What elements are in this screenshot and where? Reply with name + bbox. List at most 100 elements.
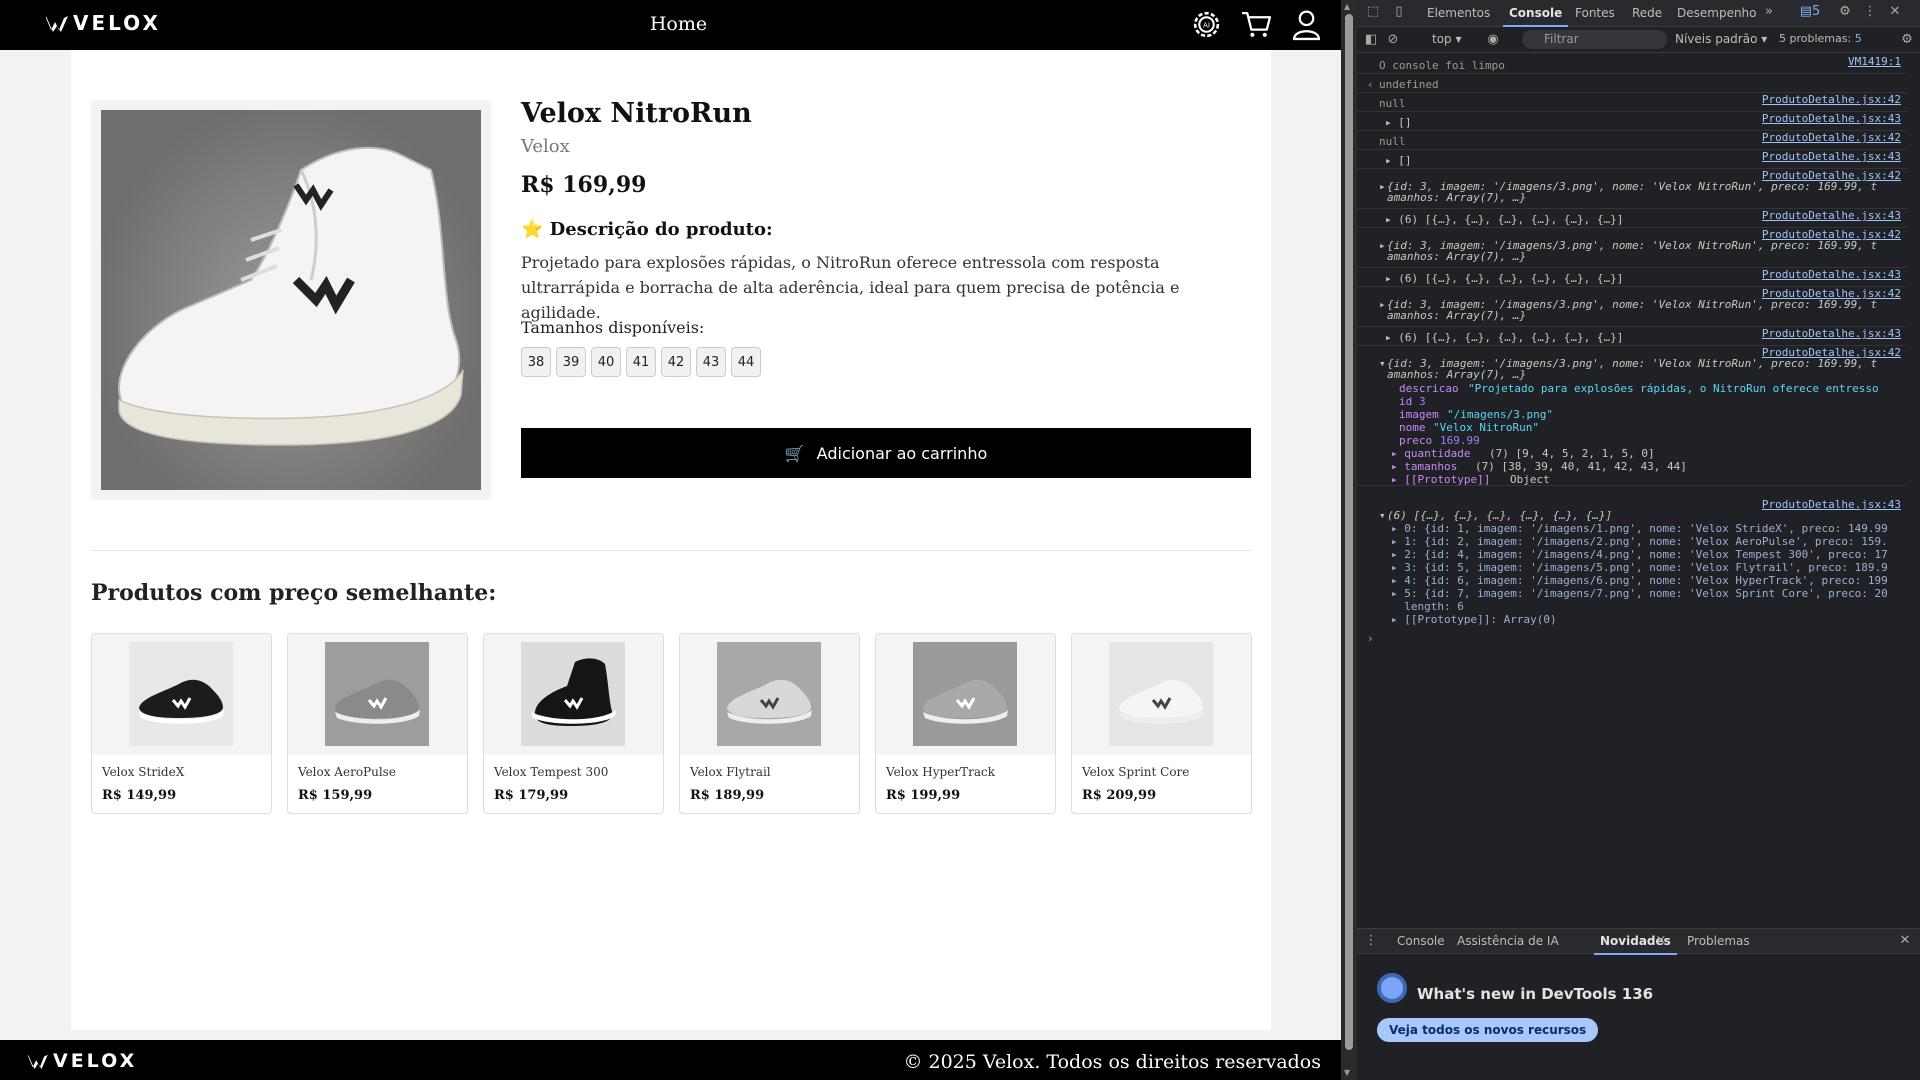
close-devtools-icon[interactable]: ✕ [1887, 4, 1903, 20]
more-tabs-icon[interactable]: » [1761, 4, 1777, 20]
log-levels-dropdown[interactable]: Níveis padrão ▾ [1675, 32, 1767, 46]
page-title[interactable]: Home [0, 13, 1341, 35]
add-to-cart-button[interactable]: 🛒 Adicionar ao carrinho [521, 428, 1251, 478]
size-button[interactable]: 41 [626, 347, 656, 377]
copyright-text: © 2025 Velox. Todos os direitos reservad… [903, 1051, 1321, 1073]
array-item[interactable]: length: 6 [1391, 600, 1464, 613]
object-property-key[interactable]: descricao [1399, 382, 1459, 395]
array-item[interactable]: ▸ 1: {id: 2, imagem: '/imagens/2.png', n… [1391, 535, 1888, 548]
console-message[interactable]: ▸ (6) [{…}, {…}, {…}, {…}, {…}, {…}] [1385, 272, 1623, 285]
tab-elements[interactable]: Elementos [1427, 6, 1490, 20]
source-link[interactable]: ProdutoDetalhe.jsx:42 [1762, 93, 1901, 106]
object-property-key[interactable]: preco [1399, 434, 1432, 447]
console-object-preview-cont: amanhos: Array(7), …} [1387, 191, 1527, 204]
velox-logo-icon [28, 1054, 48, 1069]
size-button[interactable]: 43 [696, 347, 726, 377]
source-link[interactable]: VM1419:1 [1848, 55, 1901, 68]
settings-badge-icon[interactable]: AI [1188, 6, 1224, 42]
filter-input[interactable]: Filtrar [1522, 30, 1667, 49]
console-settings-icon[interactable]: ⚙ [1899, 32, 1915, 48]
scroll-up-icon[interactable]: ▲ [1344, 2, 1350, 11]
problems-label: 5 problemas: [1779, 32, 1852, 45]
drawer-menu-icon[interactable]: ⋮ [1363, 933, 1379, 949]
size-button[interactable]: 42 [661, 347, 691, 377]
collapse-toggle-icon[interactable]: ▾ [1379, 509, 1386, 522]
source-link[interactable]: ProdutoDetalhe.jsx:43 [1762, 150, 1901, 163]
user-icon[interactable] [1288, 6, 1324, 42]
settings-gear-icon[interactable]: ⚙ [1837, 4, 1853, 20]
context-selector[interactable]: top ▾ [1432, 32, 1462, 46]
array-item[interactable]: ▸ 2: {id: 4, imagem: '/imagens/4.png', n… [1391, 548, 1888, 561]
issues-badge[interactable]: ▤5 [1797, 4, 1823, 20]
product-card[interactable]: Velox Flytrail R$ 189,99 [679, 633, 860, 814]
see-new-features-button[interactable]: Veja todos os novos recursos [1377, 1018, 1599, 1042]
size-button[interactable]: 44 [731, 347, 761, 377]
problems-counter[interactable]: 5 problemas: 5 [1779, 32, 1862, 45]
size-button[interactable]: 39 [556, 347, 586, 377]
drawer-tab-ai[interactable]: Assistência de IA [1457, 934, 1559, 948]
product-card[interactable]: Velox Sprint Core R$ 209,99 [1071, 633, 1252, 814]
scroll-thumb[interactable] [1345, 14, 1353, 1050]
array-item[interactable]: ▸ 0: {id: 1, imagem: '/imagens/1.png', n… [1391, 522, 1888, 535]
drawer-tab-bar: ⋮ Console Assistência de IA Novidades × … [1357, 928, 1920, 955]
footer-logo[interactable]: VELOX [28, 1050, 137, 1072]
drawer-tab-console[interactable]: Console [1397, 934, 1445, 948]
expand-toggle-icon[interactable]: ▸ [1379, 298, 1386, 311]
product-card[interactable]: Velox AeroPulse R$ 159,99 [287, 633, 468, 814]
array-item[interactable]: ▸ 3: {id: 5, imagem: '/imagens/5.png', n… [1391, 561, 1888, 574]
sneaker-icon [923, 679, 1008, 724]
tab-performance[interactable]: Desempenho [1677, 6, 1757, 20]
clear-console-icon[interactable]: ⊘ [1385, 32, 1401, 48]
object-property-value: 3 [1419, 395, 1426, 408]
product-card-image-frame [484, 634, 663, 755]
device-toolbar-icon[interactable]: ▯ [1391, 4, 1407, 20]
object-property-key[interactable]: nome [1399, 421, 1426, 434]
tab-console[interactable]: Console [1502, 6, 1569, 27]
expand-toggle-icon[interactable]: ▸ [1379, 180, 1386, 193]
page-scrollbar[interactable]: ▲ ▼ [1341, 0, 1357, 1080]
array-item[interactable]: ▸ 4: {id: 6, imagem: '/imagens/6.png', n… [1391, 574, 1888, 587]
object-property-key[interactable]: id [1399, 395, 1412, 408]
array-item[interactable]: ▸ 5: {id: 7, imagem: '/imagens/7.png', n… [1391, 587, 1888, 600]
tab-sources[interactable]: Fontes [1575, 6, 1615, 20]
scroll-down-icon[interactable]: ▼ [1344, 1068, 1350, 1077]
more-options-icon[interactable]: ⋮ [1862, 4, 1878, 20]
object-property-key[interactable]: ▸ [[Prototype]] [1391, 473, 1490, 486]
object-property-value: "Velox NitroRun" [1433, 421, 1539, 434]
console-message[interactable]: ▸ [] [1385, 116, 1412, 129]
product-card[interactable]: Velox HyperTrack R$ 199,99 [875, 633, 1056, 814]
size-button[interactable]: 40 [591, 347, 621, 377]
source-link[interactable]: ProdutoDetalhe.jsx:43 [1762, 498, 1901, 511]
console-message[interactable]: ▸ (6) [{…}, {…}, {…}, {…}, {…}, {…}] [1385, 213, 1623, 226]
product-card[interactable]: Velox StrideX R$ 149,99 [91, 633, 272, 814]
source-link[interactable]: ProdutoDetalhe.jsx:43 [1762, 327, 1901, 340]
array-item[interactable]: ▸ [[Prototype]]: Array(0) [1391, 613, 1557, 626]
source-link[interactable]: ProdutoDetalhe.jsx:43 [1762, 209, 1901, 222]
cart-icon[interactable] [1238, 6, 1274, 42]
tab-network[interactable]: Rede [1632, 6, 1662, 20]
object-property-key[interactable]: imagem [1399, 408, 1439, 421]
drawer-tab-issues[interactable]: Problemas [1687, 934, 1750, 948]
object-property-key[interactable]: ▸ tamanhos [1391, 460, 1457, 473]
expand-toggle-icon[interactable]: ▸ [1379, 239, 1386, 252]
cart-emoji-icon: 🛒 [784, 443, 805, 463]
product-card-price: R$ 149,99 [102, 788, 177, 803]
live-expression-eye-icon[interactable]: ◉ [1485, 32, 1501, 48]
inspect-element-icon[interactable]: ⬚ [1365, 4, 1381, 20]
source-link[interactable]: ProdutoDetalhe.jsx:43 [1762, 112, 1901, 125]
source-link[interactable]: ProdutoDetalhe.jsx:42 [1762, 131, 1901, 144]
collapse-toggle-icon[interactable]: ▾ [1379, 357, 1386, 370]
sidebar-toggle-icon[interactable]: ◧ [1363, 32, 1379, 48]
sizes-label: Tamanhos disponíveis: [521, 318, 705, 337]
size-button[interactable]: 38 [521, 347, 551, 377]
console-array-header[interactable]: (6) [{…}, {…}, {…}, {…}, {…}, {…}] [1387, 509, 1612, 522]
close-drawer-icon[interactable]: ✕ [1897, 933, 1913, 949]
product-card[interactable]: Velox Tempest 300 R$ 179,99 [483, 633, 664, 814]
close-tab-icon[interactable]: × [1653, 933, 1669, 949]
object-property-value: Object [1510, 473, 1550, 486]
console-prompt-icon[interactable]: › [1367, 632, 1374, 645]
source-link[interactable]: ProdutoDetalhe.jsx:43 [1762, 268, 1901, 281]
object-property-key[interactable]: ▸ quantidade [1391, 447, 1470, 460]
console-message[interactable]: ▸ [] [1385, 154, 1412, 167]
console-message[interactable]: ▸ (6) [{…}, {…}, {…}, {…}, {…}, {…}] [1385, 331, 1623, 344]
